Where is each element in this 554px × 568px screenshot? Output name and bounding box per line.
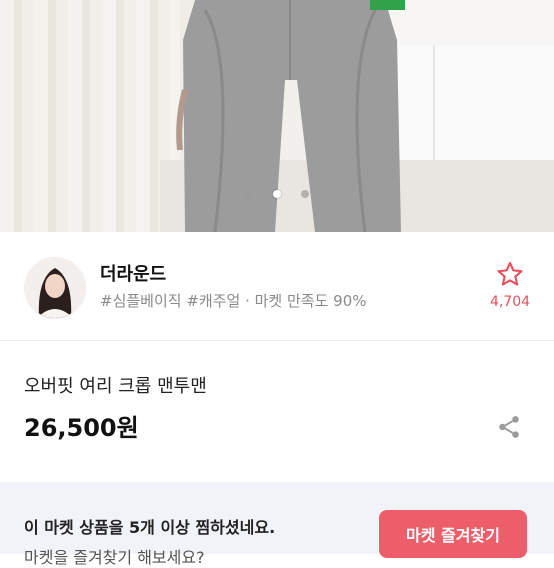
product-name: 오버핏 여리 크롭 맨투맨 <box>24 376 207 397</box>
banner-message: 이 마켓 상품을 5개 이상 찜하셨네요. <box>24 518 276 537</box>
star-outline-icon <box>497 261 523 286</box>
favorite-market-button[interactable]: 마켓 즐겨찾기 <box>379 510 527 558</box>
divider <box>0 340 554 341</box>
banner-sub-message: 마켓을 즐겨찾기 해보세요? <box>24 548 205 567</box>
shop-info[interactable]: 더라운드 #심플베이직 #캐주얼 · 마켓 만족도 90% 4,704 <box>0 240 554 340</box>
cabinet-background <box>395 45 554 163</box>
pagination-dot-active[interactable] <box>273 190 281 198</box>
pagination-dot[interactable] <box>301 190 309 198</box>
product-price: 26,500원 <box>24 414 139 442</box>
favorite-market-banner: 이 마켓 상품을 5개 이상 찜하셨네요. 마켓을 즐겨찾기 해보세요? 마켓 … <box>0 482 554 567</box>
gallery-pagination <box>0 190 554 198</box>
share-icon <box>499 416 519 438</box>
favorite-button[interactable]: 4,704 <box>482 260 538 310</box>
shop-name[interactable]: 더라운드 <box>100 260 166 286</box>
favorite-count: 4,704 <box>489 294 531 310</box>
shop-avatar[interactable] <box>24 257 86 319</box>
shop-tags: #심플베이직 #캐주얼 · 마켓 만족도 90% <box>100 292 367 310</box>
share-button[interactable] <box>496 414 522 444</box>
product-image[interactable] <box>0 0 554 232</box>
pagination-dot[interactable] <box>245 190 253 198</box>
